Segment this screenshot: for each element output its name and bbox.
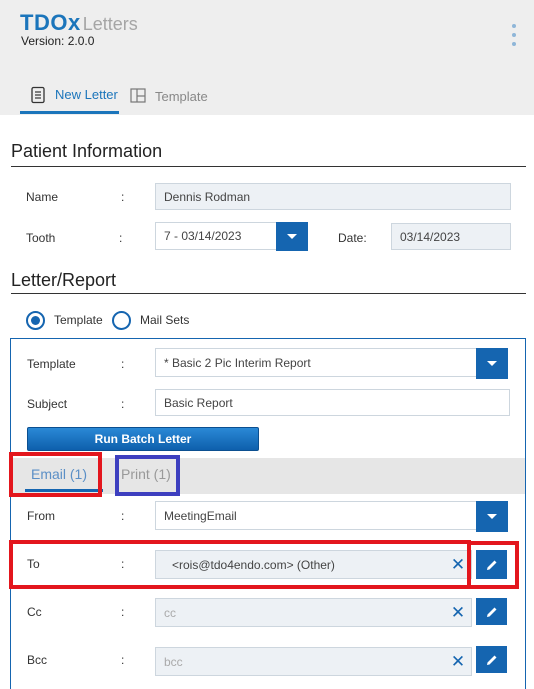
tooth-label: Tooth [26, 231, 56, 245]
close-icon[interactable]: ✕ [445, 600, 471, 626]
patient-name-field: Dennis Rodman [155, 183, 511, 210]
bcc-label: Bcc [27, 653, 48, 667]
radio-mail-sets[interactable] [112, 311, 131, 330]
tab-new-letter-label: New Letter [55, 87, 118, 102]
document-icon [31, 86, 45, 103]
bcc-field[interactable]: bcc ✕ [155, 647, 472, 676]
tooth-select[interactable]: 7 - 03/14/2023 [155, 222, 308, 251]
letter-report-title: Letter/Report [11, 270, 117, 290]
brand: TDOx Letters [20, 10, 138, 37]
cc-placeholder: cc [164, 605, 176, 620]
edit-bcc-button[interactable] [476, 646, 507, 673]
colon: : [121, 509, 125, 523]
app-logo: TDOx [20, 10, 81, 35]
pencil-icon [486, 607, 496, 617]
tab-template-label: Template [155, 88, 208, 104]
from-value: MeetingEmail [164, 508, 237, 523]
name-label: Name [26, 190, 59, 204]
highlight-to-row [9, 540, 471, 589]
chevron-down-icon[interactable] [276, 222, 308, 251]
date-value: 03/14/2023 [400, 229, 461, 244]
app-header: TDOx Letters Version: 2.0.0 New Letter Te… [0, 0, 534, 115]
radio-template[interactable] [26, 311, 45, 330]
version-label: Version: 2.0.0 [21, 34, 95, 48]
highlight-print-tab [115, 455, 180, 496]
chevron-down-icon[interactable] [476, 348, 508, 379]
highlight-email-tab [9, 452, 102, 497]
divider [11, 166, 526, 167]
radio-mail-sets-label: Mail Sets [140, 313, 190, 327]
tab-new-letter[interactable]: New Letter [20, 78, 119, 114]
subject-value: Basic Report [164, 395, 233, 410]
template-label: Template [27, 357, 76, 371]
template-select[interactable]: * Basic 2 Pic Interim Report [155, 348, 508, 379]
bcc-placeholder: bcc [164, 654, 183, 669]
divider [11, 293, 526, 294]
colon: : [121, 397, 125, 411]
edit-cc-button[interactable] [476, 598, 507, 625]
colon: : [121, 605, 125, 619]
from-select[interactable]: MeetingEmail [155, 501, 508, 532]
run-batch-letter-button[interactable]: Run Batch Letter [27, 427, 259, 451]
subject-label: Subject [27, 397, 68, 411]
subject-input[interactable]: Basic Report [155, 389, 510, 416]
highlight-edit-to [467, 541, 519, 589]
colon: : [121, 357, 125, 371]
patient-info-title: Patient Information [11, 141, 163, 161]
chevron-down-icon[interactable] [476, 501, 508, 532]
cc-label: Cc [27, 605, 42, 619]
patient-name-value: Dennis Rodman [164, 189, 251, 204]
from-label: From [27, 509, 55, 523]
app-name: Letters [82, 14, 138, 34]
pencil-icon [486, 655, 496, 665]
tab-template[interactable]: Template [129, 78, 208, 114]
colon: : [121, 653, 125, 667]
date-label: Date: [338, 231, 367, 245]
colon: : [119, 231, 123, 245]
template-value: * Basic 2 Pic Interim Report [164, 355, 311, 370]
kebab-menu-icon[interactable] [511, 24, 517, 46]
layout-icon [130, 88, 146, 103]
date-field: 03/14/2023 [391, 223, 511, 250]
radio-template-label: Template [54, 313, 103, 327]
cc-field[interactable]: cc ✕ [155, 598, 472, 627]
colon: : [121, 190, 125, 204]
close-icon[interactable]: ✕ [445, 649, 471, 675]
